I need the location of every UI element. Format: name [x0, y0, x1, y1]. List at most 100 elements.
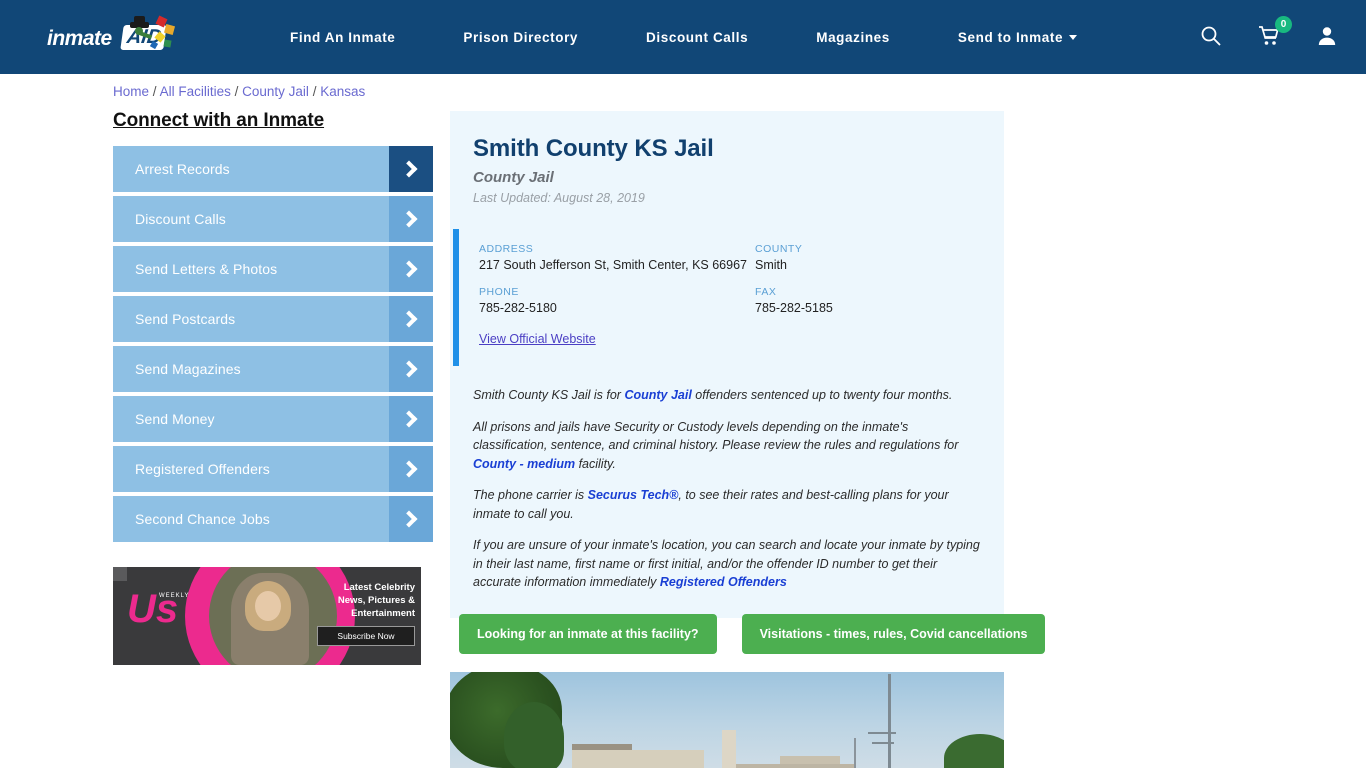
link-registered-offenders[interactable]: Registered Offenders: [660, 575, 787, 589]
search-icon[interactable]: [1200, 25, 1222, 49]
p1-text-a: Smith County KS Jail is for: [473, 388, 625, 402]
sidebar-item-arrest-records[interactable]: Arrest Records: [113, 146, 433, 192]
visitation-info-button[interactable]: Visitations - times, rules, Covid cancel…: [741, 614, 1046, 654]
sidebar: Connect with an Inmate Arrest Records Di…: [113, 110, 433, 546]
sidebar-item-label: Discount Calls: [135, 211, 226, 227]
description-paragraph-4: If you are unsure of your inmate's locat…: [473, 536, 980, 592]
cart-count-badge: 0: [1275, 16, 1292, 33]
sidebar-item-send-postcards[interactable]: Send Postcards: [113, 296, 433, 342]
sidebar-item-label: Send Magazines: [135, 361, 241, 377]
photo-building-far: [736, 764, 856, 768]
breadcrumb-item-kansas[interactable]: Kansas: [320, 84, 365, 99]
advertisement-banner[interactable]: Us WEEKLY Latest Celebrity News, Picture…: [113, 567, 421, 665]
facility-type: County Jail: [473, 169, 554, 186]
page-title: Smith County KS Jail: [473, 135, 714, 162]
accent-bar: [453, 229, 459, 366]
fax-value: 785-282-5185: [755, 301, 833, 315]
sidebar-title: Connect with an Inmate: [113, 110, 325, 131]
nav-item-magazines[interactable]: Magazines: [782, 30, 924, 45]
link-securus-tech[interactable]: Securus Tech®: [588, 488, 679, 502]
county-value: Smith: [755, 258, 787, 272]
chevron-right-icon: [389, 446, 433, 492]
chevron-down-icon: [1069, 34, 1078, 40]
chevron-right-icon: [389, 296, 433, 342]
photo-antenna-tower: [888, 674, 891, 768]
breadcrumb: Home / All Facilities / County Jail / Ka…: [113, 84, 365, 99]
sidebar-item-discount-calls[interactable]: Discount Calls: [113, 196, 433, 242]
chevron-right-icon: [389, 246, 433, 292]
breadcrumb-separator: /: [312, 84, 317, 99]
sidebar-item-registered-offenders[interactable]: Registered Offenders: [113, 446, 433, 492]
cart-icon[interactable]: 0: [1258, 16, 1292, 49]
breadcrumb-item-county-jail[interactable]: County Jail: [242, 84, 309, 99]
last-updated-text: Last Updated: August 28, 2019: [473, 191, 645, 205]
photo-tree-right: [944, 734, 1004, 768]
sidebar-item-send-money[interactable]: Send Money: [113, 396, 433, 442]
ad-copy-block: Latest Celebrity News, Pictures & Entert…: [317, 581, 415, 646]
main-navigation: Find An Inmate Prison Directory Discount…: [256, 30, 1200, 45]
fax-field: FAX 785-282-5185: [755, 286, 1004, 316]
ad-subscribe-button[interactable]: Subscribe Now: [317, 626, 415, 646]
facility-panel: Smith County KS Jail County Jail Last Up…: [450, 111, 1004, 618]
p2-text-a: All prisons and jails have Security or C…: [473, 419, 959, 453]
nav-item-find-an-inmate[interactable]: Find An Inmate: [256, 30, 429, 45]
county-field: COUNTY Smith: [755, 243, 1004, 273]
photo-utility-pole: [854, 738, 856, 768]
ad-brand-sublabel: WEEKLY: [159, 593, 190, 599]
facility-description: Smith County KS Jail is for County Jail …: [450, 386, 1004, 618]
description-paragraph-2: All prisons and jails have Security or C…: [473, 418, 980, 474]
chevron-right-icon: [389, 196, 433, 242]
sidebar-item-label: Send Postcards: [135, 311, 236, 327]
inmate-search-button[interactable]: Looking for an inmate at this facility?: [459, 614, 717, 654]
p2-text-b: facility.: [575, 456, 616, 471]
breadcrumb-separator: /: [152, 84, 157, 99]
view-official-website-link[interactable]: View Official Website: [479, 332, 596, 346]
ad-headline: Latest Celebrity News, Pictures & Entert…: [337, 582, 415, 619]
ad-corner-marker: [113, 567, 127, 581]
p1-text-b: offenders sentenced up to twenty four mo…: [691, 388, 953, 402]
ad-person-face: [255, 591, 281, 621]
county-label: COUNTY: [755, 243, 803, 255]
chevron-right-icon: [389, 396, 433, 442]
address-field: ADDRESS 217 South Jefferson St, Smith Ce…: [479, 243, 755, 273]
facility-photo: [450, 672, 1004, 768]
link-county-jail[interactable]: County Jail: [624, 388, 691, 402]
sidebar-item-send-magazines[interactable]: Send Magazines: [113, 346, 433, 392]
sidebar-item-label: Send Letters & Photos: [135, 261, 278, 277]
p3-text-a: The phone carrier is: [473, 488, 588, 502]
address-label: ADDRESS: [479, 243, 534, 255]
nav-item-send-to-inmate[interactable]: Send to Inmate: [924, 30, 1111, 45]
link-county-medium[interactable]: County - medium: [473, 457, 575, 471]
site-header: inmate AID Find An Inmate Prison Directo…: [0, 0, 1366, 74]
description-paragraph-3: The phone carrier is Securus Tech®, to s…: [473, 486, 980, 523]
nav-item-prison-directory[interactable]: Prison Directory: [429, 30, 612, 45]
address-value: 217 South Jefferson St, Smith Center, KS…: [479, 258, 747, 272]
facility-info-block: ADDRESS 217 South Jefferson St, Smith Ce…: [453, 229, 1004, 366]
breadcrumb-item-all-facilities[interactable]: All Facilities: [160, 84, 231, 99]
sidebar-item-second-chance-jobs[interactable]: Second Chance Jobs: [113, 496, 433, 542]
chevron-right-icon: [389, 146, 433, 192]
header-icon-group: 0: [1200, 16, 1366, 49]
sidebar-item-label: Registered Offenders: [135, 461, 270, 477]
photo-tree-left-lower: [504, 702, 564, 768]
user-account-icon[interactable]: [1316, 25, 1338, 49]
nav-item-send-to-inmate-label: Send to Inmate: [957, 29, 1064, 45]
logo-text: inmate: [47, 27, 112, 50]
fax-label: FAX: [755, 286, 777, 298]
description-paragraph-1: Smith County KS Jail is for County Jail …: [473, 386, 980, 405]
photo-antenna-arm-lower: [872, 742, 894, 744]
sidebar-item-label: Send Money: [135, 411, 215, 427]
chevron-right-icon: [389, 346, 433, 392]
phone-label: PHONE: [479, 286, 519, 298]
sidebar-item-send-letters-photos[interactable]: Send Letters & Photos: [113, 246, 433, 292]
sidebar-item-label: Arrest Records: [135, 161, 230, 177]
photo-antenna-arm-upper: [868, 732, 896, 734]
sidebar-item-label: Second Chance Jobs: [135, 511, 270, 527]
phone-value: 785-282-5180: [479, 301, 557, 315]
chevron-right-icon: [389, 496, 433, 542]
breadcrumb-separator: /: [234, 84, 239, 99]
nav-item-discount-calls[interactable]: Discount Calls: [612, 30, 782, 45]
breadcrumb-item-home[interactable]: Home: [113, 84, 149, 99]
action-button-group: Looking for an inmate at this facility? …: [450, 614, 1046, 654]
site-logo[interactable]: inmate AID: [0, 15, 200, 57]
